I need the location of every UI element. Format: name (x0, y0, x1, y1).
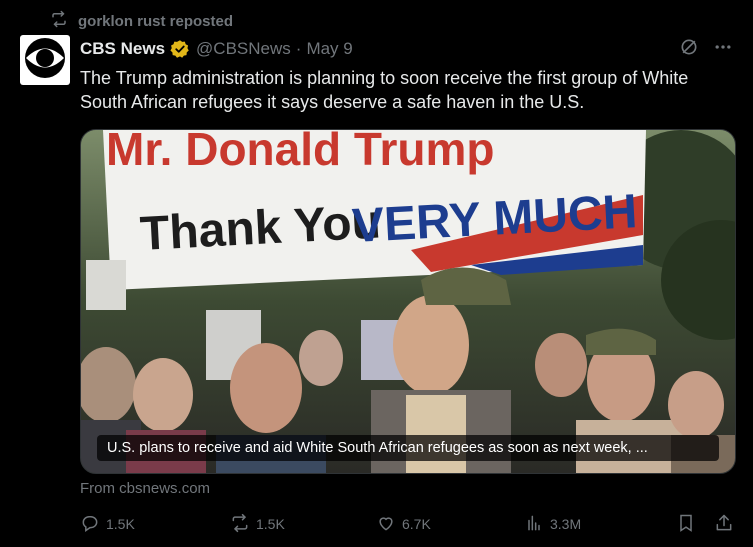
repost-button[interactable]: 1.5K (230, 513, 376, 536)
grok-icon[interactable] (679, 37, 699, 62)
like-count: 6.7K (402, 516, 431, 532)
avatar[interactable] (20, 35, 70, 85)
more-options-icon[interactable] (713, 37, 733, 62)
header-separator: · (295, 39, 302, 58)
repost-text[interactable]: gorklon rust reposted (78, 13, 233, 30)
reply-button[interactable]: 1.5K (80, 513, 230, 536)
tweet-date[interactable]: May 9 (306, 39, 352, 59)
cbs-eye-logo-icon (23, 36, 67, 85)
banner-top-text: Mr. Donald Trump (106, 130, 494, 175)
share-icon[interactable] (714, 513, 734, 536)
bookmark-icon[interactable] (676, 513, 696, 536)
author-handle[interactable]: @CBSNews (196, 39, 291, 59)
protest-photo: Mr. Donald Trump Thank You VERY MUCH (81, 130, 735, 473)
protest-banner: Mr. Donald Trump Thank You VERY MUCH (103, 130, 646, 290)
reply-icon (80, 513, 100, 536)
secondary-actions (676, 513, 734, 536)
repost-indicator[interactable]: gorklon rust reposted (50, 10, 233, 32)
author-name[interactable]: CBS News (80, 39, 165, 59)
header-actions (679, 37, 733, 62)
media-caption: U.S. plans to receive and aid White Sout… (97, 435, 719, 461)
views-button[interactable]: 3.3M (524, 513, 674, 536)
source-link[interactable]: From cbsnews.com (80, 480, 210, 497)
repost-count: 1.5K (256, 516, 285, 532)
heart-icon (376, 513, 396, 536)
repost-icon (50, 10, 68, 32)
tweet-header: CBS News @CBSNews · May 9 (80, 38, 733, 60)
repost-action-icon (230, 513, 250, 536)
verified-badge-icon (170, 39, 190, 59)
view-count: 3.3M (550, 516, 582, 532)
views-bar-chart-icon (524, 513, 544, 536)
tweet-text: The Trump administration is planning to … (80, 68, 689, 112)
like-button[interactable]: 6.7K (376, 513, 524, 536)
reply-count: 1.5K (106, 516, 135, 532)
tweet-actions: 1.5K 1.5K 6.7K 3.3M (80, 512, 734, 536)
tweet-media[interactable]: Mr. Donald Trump Thank You VERY MUCH U.S… (80, 129, 736, 474)
